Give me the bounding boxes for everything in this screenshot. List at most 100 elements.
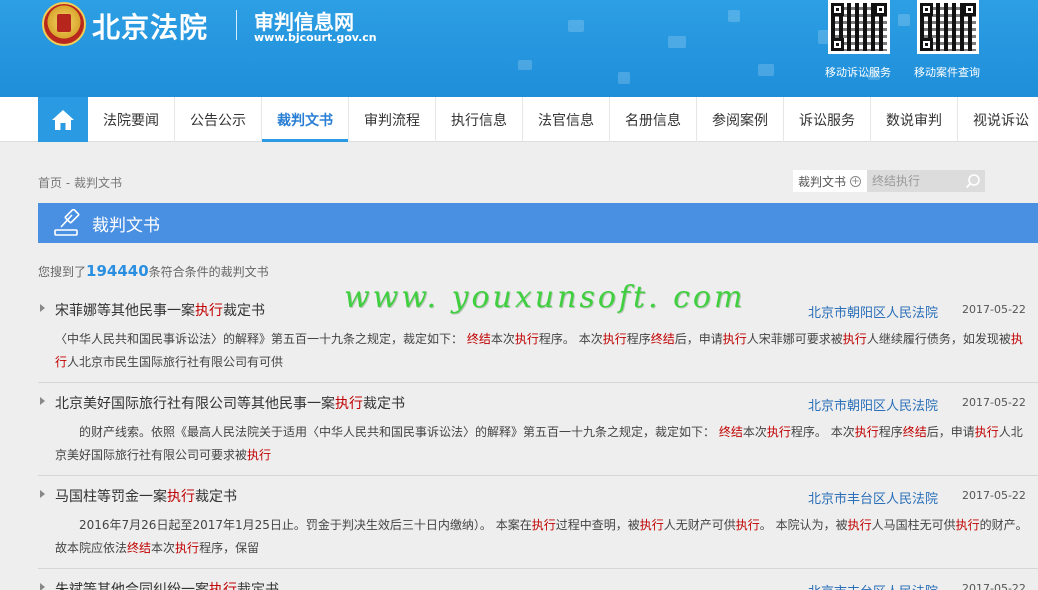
section-banner: 裁判文书 <box>38 203 1038 243</box>
snippet-text: 本次 <box>490 332 515 346</box>
highlight-term: 终结 <box>466 332 491 346</box>
site-header: 北京法院 审判信息网 www.bjcourt.gov.cn 移动诉讼服务 移动案… <box>0 0 1038 97</box>
title-segment: 宋菲娜等其他民事一案 <box>55 303 195 319</box>
snippet-text: 程序 <box>626 332 651 346</box>
highlight-term: 执行 <box>955 518 980 532</box>
nav-item-7[interactable]: 参阅案例 <box>697 97 784 142</box>
nav-items: 法院要闻 公告公示 裁判文书 审判流程 执行信息 法官信息 名册信息 参阅案例 诉讼服务 数说审判… <box>88 97 1038 142</box>
title-segment: 执行 <box>209 582 237 590</box>
nav-item-3[interactable]: 审判流程 <box>349 97 436 142</box>
result-title-link[interactable]: 朱斌等其他合同纠纷一案执行裁定书 <box>55 579 279 590</box>
highlight-term: 执行 <box>722 332 747 346</box>
snippet-text: 本次 <box>742 425 767 439</box>
snippet-text: 后，申请 <box>674 332 723 346</box>
result-item: 宋菲娜等其他民事一案执行裁定书 北京市朝阳区人民法院 2017-05-22 〈中华人民… <box>38 290 1038 383</box>
result-count-number: 194440 <box>86 262 149 280</box>
result-header: 宋菲娜等其他民事一案执行裁定书 北京市朝阳区人民法院 2017-05-22 <box>38 290 1038 328</box>
highlight-term: 执行 <box>175 541 200 555</box>
snippet-text: 程序。 本次 <box>538 332 603 346</box>
site-name[interactable]: 北京法院 <box>92 6 208 46</box>
highlight-term: 终结 <box>718 425 743 439</box>
result-header: 北京美好国际旅行社有限公司等其他民事一案执行裁定书 北京市朝阳区人民法院 2017-… <box>38 383 1038 421</box>
snippet-text: 程序，保留 <box>199 541 260 555</box>
result-court-link[interactable]: 北京市朝阳区人民法院 <box>808 395 938 414</box>
nav-item-10[interactable]: 视说诉讼 <box>958 97 1038 142</box>
title-segment: 朱斌等其他合同纠纷一案 <box>55 582 209 590</box>
nav-item-9[interactable]: 数说审判 <box>871 97 958 142</box>
highlight-term: 终结 <box>902 425 927 439</box>
highlight-term: 执行 <box>766 425 791 439</box>
nav-home-button[interactable] <box>38 97 88 142</box>
result-snippet: 的财产线索。依照《最高人民法院关于适用〈中华人民共和国民事诉讼法〉的解释》第五百… <box>38 421 1038 475</box>
nav-item-4[interactable]: 执行信息 <box>436 97 523 142</box>
nav-item-6[interactable]: 名册信息 <box>610 97 697 142</box>
highlight-term: 终结 <box>127 541 152 555</box>
result-date: 2017-05-22 <box>962 303 1026 316</box>
result-count: 您搜到了194440条符合条件的裁判文书 <box>38 262 269 280</box>
highlight-term: 执行 <box>854 425 879 439</box>
search-icon[interactable] <box>965 173 981 189</box>
highlight-term: 执行 <box>847 518 872 532</box>
result-court-link[interactable]: 北京市朝阳区人民法院 <box>808 302 938 321</box>
highlight-term: 执行 <box>514 332 539 346</box>
snippet-text: 〈中华人民共和国民事诉讼法〉的解释》第五百一十九条之规定，裁定如下： <box>55 332 467 346</box>
snippet-text: 后，申请 <box>926 425 975 439</box>
court-emblem-icon[interactable] <box>42 2 86 46</box>
nav-item-2[interactable]: 裁判文书 <box>262 97 349 142</box>
snippet-text: 。 本院认为，被 <box>759 518 848 532</box>
highlight-term: 执行 <box>974 425 999 439</box>
highlight-term: 执行 <box>735 518 760 532</box>
result-date: 2017-05-22 <box>962 489 1026 502</box>
nav-item-0[interactable]: 法院要闻 <box>88 97 175 142</box>
gavel-icon <box>54 209 80 236</box>
snippet-text: 人继续履行债务，如发现被 <box>866 332 1011 346</box>
expand-plus-icon[interactable]: + <box>850 175 862 187</box>
title-segment: 马国柱等罚金一案 <box>55 489 167 505</box>
snippet-text: 人无财产可供 <box>663 518 736 532</box>
nav-item-8[interactable]: 诉讼服务 <box>784 97 871 142</box>
result-court-link[interactable]: 北京市丰台区人民法院 <box>808 488 938 507</box>
title-segment: 裁定书 <box>223 303 265 319</box>
caret-right-icon <box>40 490 45 498</box>
section-title: 裁判文书 <box>92 215 160 236</box>
header-divider <box>236 10 237 40</box>
caret-right-icon <box>40 304 45 312</box>
mobile-litigation-qr-code <box>828 0 890 54</box>
result-item: 朱斌等其他合同纠纷一案执行裁定书 北京市丰台区人民法院 2017-05-22 <box>38 569 1038 590</box>
caret-right-icon <box>40 583 45 590</box>
result-header: 马国柱等罚金一案执行裁定书 北京市丰台区人民法院 2017-05-22 <box>38 476 1038 514</box>
home-icon <box>52 109 74 130</box>
main-nav: 法院要闻 公告公示 裁判文书 审判流程 执行信息 法官信息 名册信息 参阅案例 诉讼服务 数说审判… <box>0 97 1038 142</box>
result-court-link[interactable]: 北京市丰台区人民法院 <box>808 581 938 590</box>
breadcrumb[interactable]: 首页 - 裁判文书 <box>38 174 122 191</box>
nav-item-5[interactable]: 法官信息 <box>523 97 610 142</box>
result-title-link[interactable]: 北京美好国际旅行社有限公司等其他民事一案执行裁定书 <box>55 393 405 413</box>
snippet-text: 本次 <box>151 541 176 555</box>
result-date: 2017-05-22 <box>962 396 1026 409</box>
result-date: 2017-05-22 <box>962 582 1026 590</box>
highlight-term: 执行 <box>247 448 272 462</box>
highlight-term: 执行 <box>531 518 556 532</box>
result-snippet: 〈中华人民共和国民事诉讼法〉的解释》第五百一十九条之规定，裁定如下： 终结本次执… <box>38 328 1038 382</box>
title-segment: 裁定书 <box>363 396 405 412</box>
snippet-text: 人宋菲娜可要求被 <box>746 332 843 346</box>
result-snippet: 2016年7月26日起至2017年1月25日止。罚金于判决生效后三十日内缴纳）。… <box>38 514 1038 568</box>
snippet-text: 人马国柱无可供 <box>871 518 956 532</box>
result-title-link[interactable]: 宋菲娜等其他民事一案执行裁定书 <box>55 300 265 320</box>
nav-item-1[interactable]: 公告公示 <box>175 97 262 142</box>
title-segment: 北京美好国际旅行社有限公司等其他民事一案 <box>55 396 335 412</box>
snippet-text: 2016年7月26日起至2017年1月25日止。罚金于判决生效后三十日内缴纳）。… <box>55 518 532 532</box>
snippet-text: 过程中查明，被 <box>555 518 640 532</box>
result-title-link[interactable]: 马国柱等罚金一案执行裁定书 <box>55 486 237 506</box>
search-bar: 裁判文书 + <box>793 170 985 192</box>
result-item: 马国柱等罚金一案执行裁定书 北京市丰台区人民法院 2017-05-22 2016年7… <box>38 476 1038 569</box>
highlight-term: 执行 <box>842 332 867 346</box>
qr-label-litigation: 移动诉讼服务 <box>825 66 891 79</box>
snippet-text: 程序 <box>878 425 903 439</box>
search-scope-label: 裁判文书 <box>798 174 847 189</box>
search-scope-select[interactable]: 裁判文书 + <box>793 170 867 192</box>
snippet-text: 的财产线索。依照《最高人民法院关于适用〈中华人民共和国民事诉讼法〉的解释》第五百… <box>55 425 719 439</box>
result-count-suffix: 条符合条件的裁判文书 <box>148 265 269 279</box>
highlight-term: 执行 <box>639 518 664 532</box>
title-segment: 裁定书 <box>195 489 237 505</box>
